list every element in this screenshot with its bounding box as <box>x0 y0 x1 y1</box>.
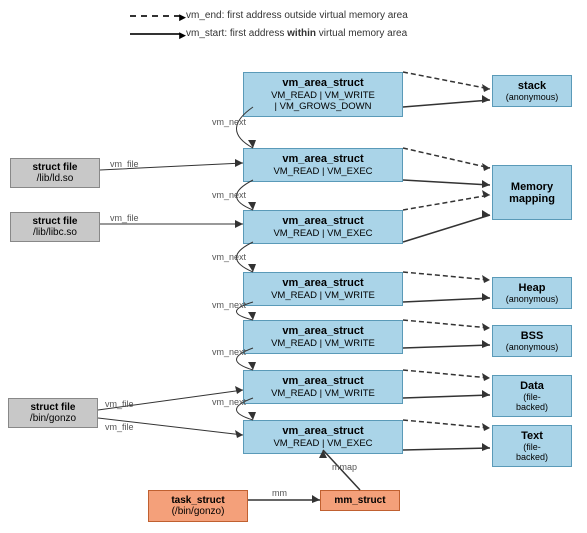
task-struct-box: task_struct (/bin/gonzo) <box>148 490 248 522</box>
svg-text:vm_file: vm_file <box>110 159 139 169</box>
legend-dashed-row: ▶ vm_end: first address outside virtual … <box>130 8 408 24</box>
mm-struct-label: mm_struct <box>327 495 393 506</box>
region-text-sub2: backed) <box>499 452 565 462</box>
region-bss: BSS (anonymous) <box>492 325 572 357</box>
svg-text:mm: mm <box>272 488 287 498</box>
region-text-sub: (file- <box>499 442 565 452</box>
task-struct-label: task_struct <box>155 495 241 506</box>
region-mmap-title2: mapping <box>499 193 565 205</box>
file-libc-title: struct file <box>16 216 94 227</box>
solid-line-icon: ▶ <box>130 28 180 40</box>
vma-title-3: vm_area_struct <box>250 215 396 227</box>
dashed-line-icon: ▶ <box>130 10 180 22</box>
svg-text:vm_file: vm_file <box>105 422 134 432</box>
legend: ▶ vm_end: first address outside virtual … <box>130 8 408 44</box>
legend-dashed-text: vm_end: first address outside virtual me… <box>186 8 408 24</box>
vma-box-1: vm_area_struct VM_READ | VM_WRITE| VM_GR… <box>243 72 403 117</box>
svg-text:vm_next: vm_next <box>212 397 247 407</box>
region-mmap: Memory mapping <box>492 165 572 220</box>
file-box-gonzo: struct file /bin/gonzo <box>8 398 98 428</box>
vma-box-4: vm_area_struct VM_READ | VM_WRITE <box>243 272 403 306</box>
svg-text:vm_next: vm_next <box>212 300 247 310</box>
region-data-sub: (file- <box>499 392 565 402</box>
region-bss-title: BSS <box>499 330 565 342</box>
region-mmap-title: Memory <box>499 181 565 193</box>
vma-title-4: vm_area_struct <box>250 277 396 289</box>
svg-text:vm_next: vm_next <box>212 190 247 200</box>
region-heap-sub: (anonymous) <box>499 294 565 304</box>
vma-box-5: vm_area_struct VM_READ | VM_WRITE <box>243 320 403 354</box>
vma-title-6: vm_area_struct <box>250 375 396 387</box>
vma-title-2: vm_area_struct <box>250 153 396 165</box>
vma-box-2: vm_area_struct VM_READ | VM_EXEC <box>243 148 403 182</box>
file-ld-title: struct file <box>16 162 94 173</box>
vma-title-5: vm_area_struct <box>250 325 396 337</box>
vma-box-3: vm_area_struct VM_READ | VM_EXEC <box>243 210 403 244</box>
region-text-title: Text <box>499 430 565 442</box>
svg-text:vm_next: vm_next <box>212 252 247 262</box>
diagram-container: ▶ vm_end: first address outside virtual … <box>0 0 587 533</box>
vma-flags-7: VM_READ | VM_EXEC <box>250 438 396 449</box>
file-gonzo-title: struct file <box>14 402 92 413</box>
task-struct-sub: (/bin/gonzo) <box>155 506 241 517</box>
region-heap: Heap (anonymous) <box>492 277 572 309</box>
file-box-ld: struct file /lib/ld.so <box>10 158 100 188</box>
vma-box-7: vm_area_struct VM_READ | VM_EXEC <box>243 420 403 454</box>
region-stack-title: stack <box>499 80 565 92</box>
vma-flags-5: VM_READ | VM_WRITE <box>250 338 396 349</box>
region-stack-sub: (anonymous) <box>499 92 565 102</box>
vma-box-6: vm_area_struct VM_READ | VM_WRITE <box>243 370 403 404</box>
vma-flags-4: VM_READ | VM_WRITE <box>250 290 396 301</box>
vma-flags-3: VM_READ | VM_EXEC <box>250 228 396 239</box>
legend-solid-text: vm_start: first address within virtual m… <box>186 26 407 42</box>
region-heap-title: Heap <box>499 282 565 294</box>
mm-struct-box: mm_struct <box>320 490 400 511</box>
legend-solid-row: ▶ vm_start: first address within virtual… <box>130 26 408 42</box>
svg-text:vm_file: vm_file <box>105 399 134 409</box>
region-data: Data (file- backed) <box>492 375 572 417</box>
vma-flags-1: VM_READ | VM_WRITE| VM_GROWS_DOWN <box>250 90 396 112</box>
svg-text:vm_next: vm_next <box>212 117 247 127</box>
vma-title-7: vm_area_struct <box>250 425 396 437</box>
region-data-sub2: backed) <box>499 402 565 412</box>
region-bss-sub: (anonymous) <box>499 342 565 352</box>
region-stack: stack (anonymous) <box>492 75 572 107</box>
svg-text:mmap: mmap <box>332 462 357 472</box>
svg-text:vm_file: vm_file <box>110 213 139 223</box>
file-ld-path: /lib/ld.so <box>16 173 94 184</box>
region-text: Text (file- backed) <box>492 425 572 467</box>
vma-flags-2: VM_READ | VM_EXEC <box>250 166 396 177</box>
region-data-title: Data <box>499 380 565 392</box>
svg-text:vm_next: vm_next <box>212 347 247 357</box>
file-gonzo-path: /bin/gonzo <box>14 413 92 424</box>
vma-flags-6: VM_READ | VM_WRITE <box>250 388 396 399</box>
file-libc-path: /lib/libc.so <box>16 227 94 238</box>
vma-title-1: vm_area_struct <box>250 77 396 89</box>
file-box-libc: struct file /lib/libc.so <box>10 212 100 242</box>
